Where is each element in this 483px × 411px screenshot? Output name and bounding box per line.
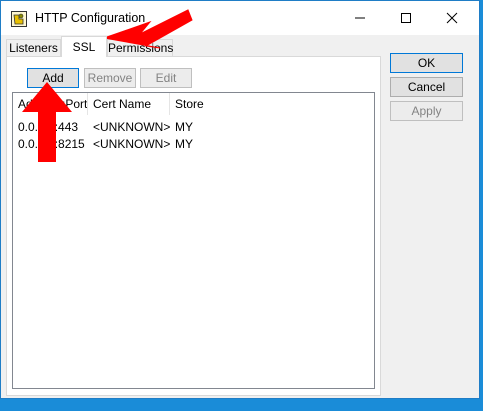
tab-ssl[interactable]: SSL (61, 36, 107, 57)
app-icon (11, 11, 27, 27)
http-configuration-window: HTTP Configuration Listeners SSL Permiss… (0, 0, 480, 399)
ok-button[interactable]: OK (390, 53, 463, 73)
remove-button[interactable]: Remove (84, 68, 136, 88)
desktop-background (0, 399, 483, 411)
list-header: Address:Port Cert Name Store (13, 93, 374, 115)
ssl-bindings-list[interactable]: Address:Port Cert Name Store 0.0.0.0:443… (12, 92, 375, 389)
apply-button[interactable]: Apply (390, 101, 463, 121)
add-button[interactable]: Add (27, 68, 79, 88)
close-button[interactable] (429, 1, 475, 35)
column-header-address-port[interactable]: Address:Port (13, 93, 88, 115)
tab-strip: Listeners SSL Permissions (6, 36, 376, 57)
column-header-cert-name[interactable]: Cert Name (88, 93, 170, 115)
cell-store: MY (175, 137, 193, 151)
ssl-tab-panel: Add Remove Edit Address:Port Cert Name S… (6, 56, 381, 396)
minimize-button[interactable] (337, 1, 383, 35)
column-header-store[interactable]: Store (170, 93, 230, 115)
list-item[interactable]: 0.0.0.0:443 <UNKNOWN> MY (13, 119, 374, 136)
edit-button[interactable]: Edit (140, 68, 192, 88)
cell-store: MY (175, 120, 193, 134)
maximize-button[interactable] (383, 1, 429, 35)
list-item[interactable]: 0.0.0.0:8215 <UNKNOWN> MY (13, 136, 374, 153)
maximize-icon (401, 13, 411, 23)
tab-listeners[interactable]: Listeners (6, 39, 61, 56)
tab-permissions[interactable]: Permissions (107, 39, 173, 56)
cell-cert-name: <UNKNOWN> (93, 137, 170, 151)
title-bar[interactable]: HTTP Configuration (1, 1, 479, 35)
cell-cert-name: <UNKNOWN> (93, 120, 170, 134)
cancel-button[interactable]: Cancel (390, 77, 463, 97)
cell-address: 0.0.0.0:443 (18, 120, 79, 134)
close-icon (446, 12, 458, 24)
minimize-icon (355, 17, 365, 19)
window-title: HTTP Configuration (35, 11, 146, 25)
cell-address: 0.0.0.0:8215 (18, 137, 85, 151)
